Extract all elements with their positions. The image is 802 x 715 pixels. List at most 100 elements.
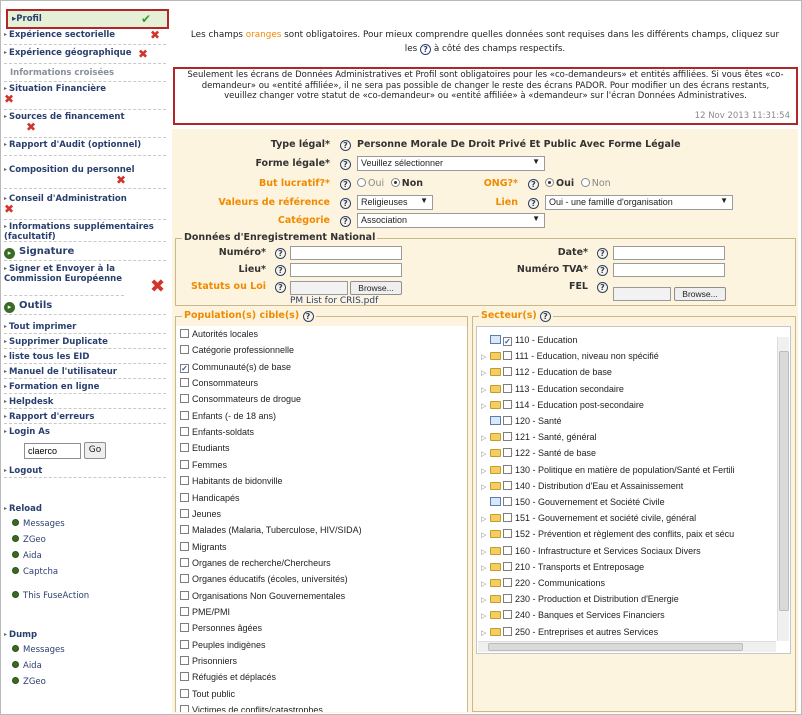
sidebar-item-profil-active[interactable]: ▸Profil ✔	[6, 9, 169, 29]
expand-arrow-icon[interactable]: ▷	[481, 531, 489, 539]
sidebar-item-composition-personnel[interactable]: ▸ Composition du personnel ✖	[4, 165, 166, 189]
secteur-item[interactable]: 150 - Gouvernement et Société Civile	[481, 497, 665, 507]
population-item[interactable]: Consommateurs de drogue	[180, 394, 301, 404]
checkbox[interactable]	[180, 410, 189, 420]
population-item[interactable]: Organes de recherche/Chercheurs	[180, 557, 331, 568]
checkbox[interactable]	[503, 545, 512, 555]
expand-arrow-icon[interactable]: ▷	[481, 434, 489, 442]
radio-oui-selected[interactable]	[545, 178, 554, 187]
date-input[interactable]	[613, 246, 725, 260]
population-item[interactable]: Réfugiés et déplacés	[180, 672, 276, 682]
sidebar-item-informations-croisees[interactable]: Informations croisées	[4, 68, 166, 82]
secteur-item[interactable]: ▷ 240 - Banques et Services Financiers	[481, 610, 665, 620]
population-item[interactable]: Catégorie professionnelle	[180, 345, 294, 355]
secteur-item[interactable]: 120 - Santé	[481, 416, 562, 426]
sidebar-item-tout-imprimer[interactable]: ▸ Tout imprimer	[4, 322, 166, 334]
population-item[interactable]: Consommateurs	[180, 378, 258, 388]
fel-browse-button[interactable]: Browse...	[674, 287, 726, 301]
statuts-file-link[interactable]: PM List for CRIS.pdf	[290, 296, 378, 306]
secteur-tree[interactable]: ▷ 250 - Entreprises et autres Services ▷ 24…	[476, 326, 791, 654]
expand-arrow-icon[interactable]: ▷	[481, 369, 489, 377]
checkbox[interactable]	[180, 329, 189, 338]
checkbox[interactable]	[503, 448, 512, 458]
population-item[interactable]: Malades (Malaria, Tuberculose, HIV/SIDA)	[180, 525, 362, 535]
checkbox[interactable]	[503, 351, 512, 361]
population-item[interactable]: Personnes âgées	[180, 623, 262, 633]
help-icon[interactable]: ?	[597, 282, 608, 293]
reload-captcha[interactable]: Captcha	[12, 567, 58, 577]
checkbox[interactable]	[180, 443, 189, 453]
secteur-item[interactable]: ▷ 130 - Politique en matière de populatio…	[481, 464, 735, 475]
forme-legale-select[interactable]: Veuillez sélectionner ▼	[357, 156, 545, 171]
lien-select[interactable]: Oui - une famille d'organisation ▼	[545, 195, 733, 210]
horizontal-scrollbar[interactable]	[478, 641, 776, 652]
help-icon[interactable]: ?	[528, 179, 539, 190]
checkbox[interactable]	[180, 557, 189, 567]
checkbox[interactable]	[180, 672, 189, 682]
checkbox[interactable]	[503, 561, 512, 571]
secteur-item[interactable]: ▷ 140 - Distribution d'Eau et Assainissem…	[481, 480, 683, 491]
reload-zgeo[interactable]: ZGeo	[12, 535, 46, 545]
sidebar-item-helpdesk[interactable]: ▸ Helpdesk	[4, 397, 166, 409]
help-icon[interactable]: ?	[275, 282, 286, 293]
population-item[interactable]: Jeunes	[180, 508, 221, 519]
checkbox[interactable]	[180, 574, 189, 584]
checkbox[interactable]	[180, 606, 189, 616]
expand-arrow-icon[interactable]: ▷	[481, 612, 489, 620]
population-item[interactable]: Enfants (- de 18 ans)	[180, 410, 276, 421]
checkbox[interactable]	[180, 459, 189, 469]
expand-arrow-icon[interactable]: ▷	[481, 515, 489, 523]
checkbox[interactable]	[180, 590, 189, 600]
secteur-item[interactable]: ▷ 230 - Production et Distribution d'Ener…	[481, 594, 679, 604]
secteur-item[interactable]: ▷ 122 - Santé de base	[481, 448, 596, 458]
checkbox[interactable]	[503, 399, 512, 409]
help-icon[interactable]: ?	[275, 265, 286, 276]
population-item[interactable]: PME/PMI	[180, 606, 230, 617]
population-item[interactable]: Migrants	[180, 541, 227, 552]
checkbox[interactable]	[180, 476, 189, 486]
reload-aida[interactable]: Aida	[12, 551, 42, 561]
secteur-item[interactable]: ▷ 121 - Santé, général	[481, 432, 597, 442]
checkbox[interactable]	[180, 688, 189, 698]
secteur-item[interactable]: ▷ 114 - Education post-secondaire	[481, 399, 644, 410]
population-item[interactable]: Peuples indigènes	[180, 639, 266, 650]
sidebar-item-rapport-audit[interactable]: ▸ Rapport d'Audit (optionnel)	[4, 140, 166, 156]
categorie-select[interactable]: Association ▼	[357, 213, 545, 228]
population-item[interactable]: Etudiants	[180, 443, 230, 453]
expand-arrow-icon[interactable]: ▷	[481, 596, 489, 604]
help-icon[interactable]: ?	[540, 311, 551, 322]
population-item[interactable]: Femmes	[180, 459, 227, 470]
population-item[interactable]: Tout public	[180, 688, 235, 699]
checkbox[interactable]	[180, 508, 189, 518]
expand-arrow-icon[interactable]: ▷	[481, 402, 489, 410]
secteur-item[interactable]: ▷ 210 - Transports et Entreposage	[481, 561, 644, 572]
expand-arrow-icon[interactable]: ▷	[481, 629, 489, 637]
help-icon[interactable]: ?	[275, 248, 286, 259]
login-as-input[interactable]	[24, 443, 81, 459]
go-button[interactable]: Go	[84, 442, 106, 459]
checkbox[interactable]	[180, 656, 189, 665]
sidebar-item-experience-geographique[interactable]: ▸ Expérience géographique ✖	[4, 48, 166, 64]
help-icon[interactable]: ?	[302, 311, 314, 322]
sidebar-item-conseil-administration[interactable]: ▸ Conseil d'Administration ✖	[4, 194, 166, 220]
checkbox[interactable]	[503, 464, 512, 474]
scrollbar-thumb[interactable]	[779, 351, 789, 611]
sidebar-item-logout[interactable]: ▸ Logout	[4, 466, 166, 478]
secteur-item[interactable]: ✓ 110 - Education	[481, 335, 577, 346]
expand-arrow-icon[interactable]: ▷	[481, 548, 489, 556]
checkbox[interactable]	[503, 626, 512, 636]
section-signature[interactable]: ▸ Signature	[4, 246, 166, 261]
sidebar-item-supprimer-duplicate[interactable]: ▸ Supprimer Duplicate	[4, 337, 166, 349]
dump-zgeo[interactable]: ZGeo	[12, 677, 46, 687]
checkbox[interactable]	[503, 416, 512, 425]
checkbox[interactable]	[503, 480, 512, 490]
expand-arrow-icon[interactable]: ▷	[481, 564, 489, 572]
checkbox[interactable]	[503, 529, 512, 539]
sidebar-item-rapport-erreurs[interactable]: ▸ Rapport d'erreurs	[4, 412, 166, 424]
population-item[interactable]: Handicapés	[180, 492, 240, 503]
population-item[interactable]: Enfants-soldats	[180, 427, 254, 437]
population-item[interactable]: Organes éducatifs (écoles, universités)	[180, 574, 348, 584]
checkbox[interactable]	[503, 610, 512, 620]
checkbox[interactable]	[180, 639, 189, 649]
checkbox[interactable]	[180, 705, 189, 712]
